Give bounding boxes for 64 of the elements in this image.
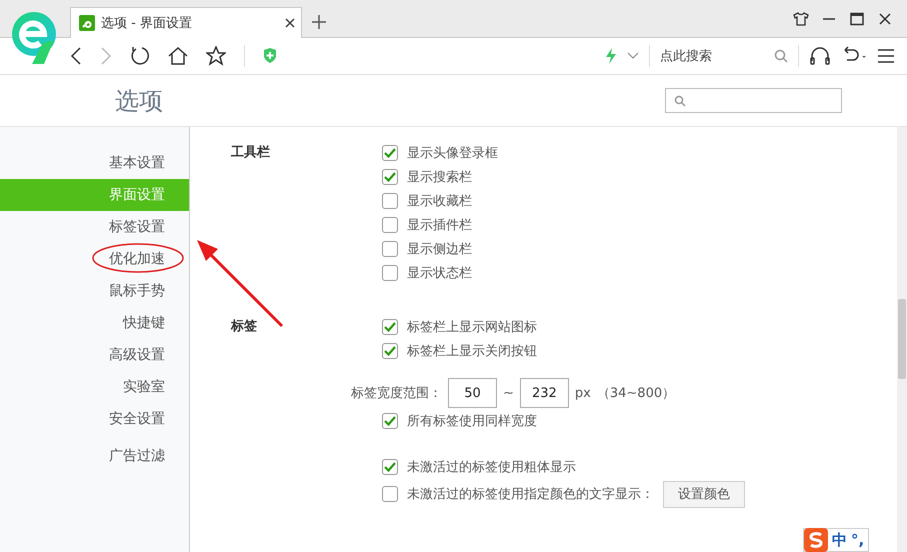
forward-icon[interactable] (100, 46, 112, 66)
back-icon[interactable] (70, 46, 82, 66)
checkbox[interactable] (382, 319, 398, 335)
checkbox[interactable] (382, 241, 398, 257)
checkbox-label: 标签栏上显示关闭按钮 (407, 343, 537, 360)
checkbox[interactable] (382, 413, 398, 429)
sidebar-item[interactable]: 鼠标手势 (0, 275, 189, 307)
number-field[interactable]: 50 (448, 378, 497, 408)
chevron-down-icon[interactable] (627, 52, 639, 60)
checkbox-label: 显示插件栏 (407, 217, 472, 234)
close-icon[interactable] (877, 12, 893, 26)
sidebar-item[interactable]: 优化加速 (0, 243, 189, 275)
checkbox[interactable] (382, 193, 398, 209)
range-label: 标签宽度范围： (351, 385, 442, 402)
number-field[interactable]: 232 (520, 378, 569, 408)
sidebar-item[interactable]: 广告过滤 (0, 440, 189, 472)
headphones-icon[interactable] (809, 46, 831, 66)
plus-icon[interactable] (312, 15, 326, 29)
browser-tab[interactable]: 选项 - 界面设置 (70, 7, 302, 38)
checkbox-label: 显示搜索栏 (407, 169, 472, 186)
set-color-button[interactable]: 设置颜色 (663, 480, 745, 508)
checkbox[interactable] (382, 217, 398, 233)
checkbox[interactable] (382, 265, 398, 281)
lightning-icon[interactable] (605, 48, 617, 64)
punctuation-mode-label: °, (851, 531, 864, 549)
close-icon[interactable] (285, 18, 295, 28)
star-icon[interactable] (206, 46, 226, 66)
sidebar-item[interactable]: 基本设置 (0, 147, 189, 179)
checkbox-label: 显示收藏栏 (407, 193, 472, 210)
search-field[interactable]: 点此搜索 (660, 47, 764, 65)
sidebar-item[interactable]: 标签设置 (0, 211, 189, 243)
checkbox-label: 未激活过的标签使用指定颜色的文字显示： (407, 486, 654, 503)
section-heading: 工具栏 (231, 144, 271, 162)
checkbox-label: 未激活过的标签使用粗体显示 (407, 459, 576, 476)
checkbox[interactable] (382, 169, 398, 185)
checkbox-label: 标签栏上显示网站图标 (407, 319, 537, 336)
search-field[interactable] (665, 88, 842, 113)
sidebar-item[interactable]: 安全设置 (0, 403, 189, 435)
scrollbar[interactable] (897, 127, 907, 552)
unit-label: px (574, 386, 591, 400)
maximize-icon[interactable] (849, 12, 865, 26)
checkbox[interactable] (382, 459, 398, 475)
range-separator: ~ (503, 386, 514, 400)
checkbox[interactable] (382, 486, 398, 502)
checkbox-label: 显示状态栏 (407, 265, 472, 282)
range-hint: （34~800） (596, 385, 676, 402)
menu-icon[interactable] (877, 48, 895, 64)
input-mode-label: 中 (832, 530, 847, 550)
shirt-icon[interactable] (793, 12, 809, 26)
sidebar-item[interactable]: 快捷键 (0, 307, 189, 339)
sidebar-item[interactable]: 高级设置 (0, 339, 189, 371)
search-icon (674, 94, 686, 106)
section-heading: 标签 (231, 318, 258, 336)
checkbox-label: 显示侧边栏 (407, 241, 472, 258)
checkbox-label: 显示头像登录框 (407, 145, 498, 162)
page-title: 选项 (115, 86, 163, 116)
sidebar-item[interactable]: 实验室 (0, 371, 189, 403)
checkbox[interactable] (382, 343, 398, 359)
search-icon[interactable] (774, 49, 788, 63)
checkbox[interactable] (382, 145, 398, 161)
shield-icon[interactable] (263, 48, 277, 64)
reload-icon[interactable] (130, 46, 150, 66)
home-icon[interactable] (168, 46, 188, 66)
checkbox-label: 所有标签使用同样宽度 (407, 413, 537, 430)
